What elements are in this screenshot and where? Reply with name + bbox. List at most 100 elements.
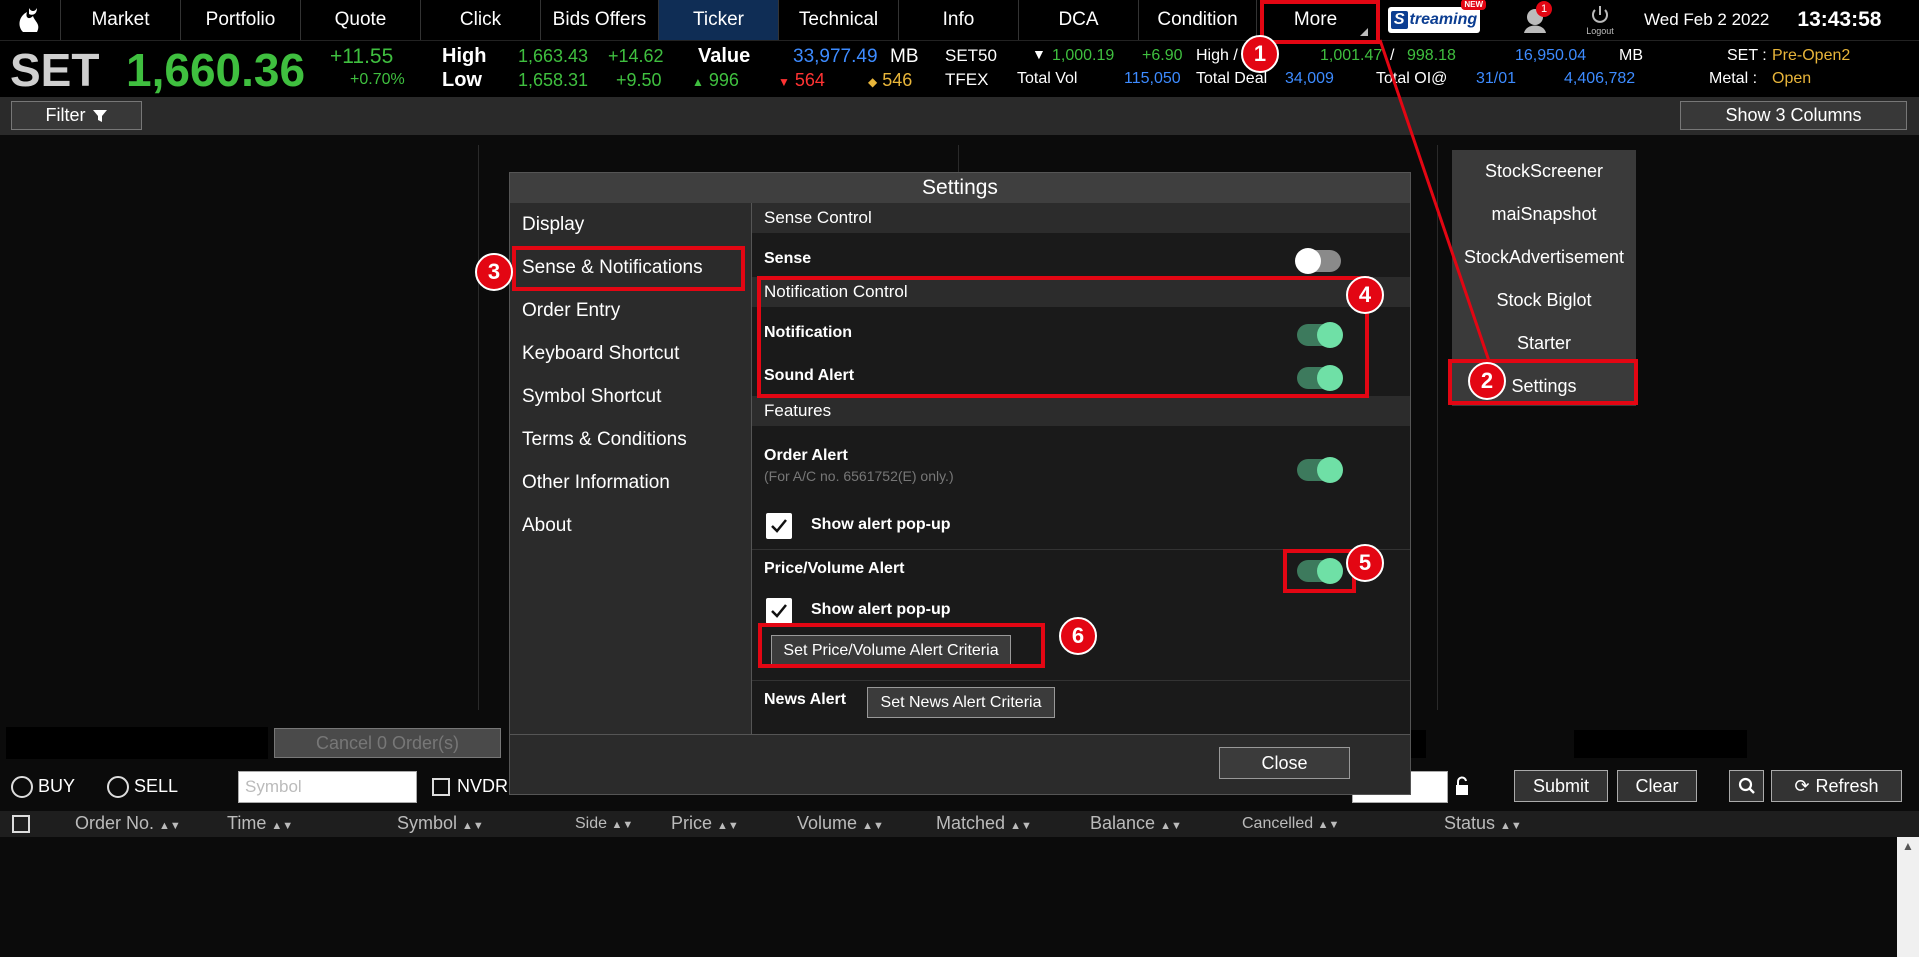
tab-condition[interactable]: Condition	[1138, 0, 1256, 40]
app-logo-icon[interactable]	[0, 0, 60, 40]
set-status: Pre-Open2	[1772, 47, 1851, 64]
show-columns-button[interactable]: Show 3 Columns	[1680, 101, 1907, 130]
col-time[interactable]: Time ▲▼	[227, 813, 293, 834]
nvdr-label: NVDR	[457, 776, 509, 796]
scroll-up-icon[interactable]: ▲	[1897, 839, 1919, 853]
panel-divider	[1437, 145, 1438, 710]
set-status-label: SET :	[1727, 47, 1767, 64]
order-alert-toggle[interactable]	[1297, 457, 1343, 483]
value-amount: 33,977.49	[793, 46, 878, 67]
metal-label: Metal :	[1709, 70, 1758, 87]
checkmark-icon	[771, 519, 787, 533]
annotation-box-notification-control	[757, 276, 1369, 398]
col-cancelled[interactable]: Cancelled ▲▼	[1242, 815, 1339, 833]
sort-icon: ▲▼	[1010, 820, 1032, 832]
order-table-scrollbar[interactable]: ▲	[1897, 837, 1919, 957]
col-price[interactable]: Price ▲▼	[671, 813, 739, 834]
sort-icon: ▲▼	[271, 820, 294, 832]
sort-icon: ▲▼	[1500, 820, 1522, 832]
high-change: +14.62	[608, 46, 664, 66]
sense-control-header: Sense Control	[752, 203, 1410, 233]
settings-nav-display[interactable]: Display	[510, 203, 751, 246]
notification-bell[interactable]: 1	[1520, 1, 1552, 35]
sell-radio[interactable]	[107, 776, 129, 798]
settings-nav-symbol-shortcut[interactable]: Symbol Shortcut	[510, 375, 751, 418]
tab-dca[interactable]: DCA	[1018, 0, 1138, 40]
col-symbol[interactable]: Symbol ▲▼	[397, 813, 484, 834]
index-bar: SET 1,660.36 +11.55 +0.70% High Low 1,66…	[0, 40, 1919, 97]
total-vol-label: Total Vol	[1017, 70, 1078, 87]
logout-button[interactable]: Logout	[1580, 0, 1620, 40]
col-volume[interactable]: Volume ▲▼	[797, 813, 884, 834]
sense-toggle[interactable]	[1295, 248, 1341, 274]
set50-label: SET50	[945, 46, 997, 65]
unchanged-count: 546	[882, 70, 913, 90]
col-status[interactable]: Status ▲▼	[1444, 813, 1522, 834]
set50-volume: 16,950.04	[1515, 47, 1587, 64]
annotation-box-pv-criteria	[758, 623, 1045, 668]
clear-button[interactable]: Clear	[1617, 770, 1697, 802]
tfex-label: TFEX	[945, 70, 989, 89]
cancel-orders-button[interactable]: Cancel 0 Order(s)	[274, 728, 501, 758]
buy-radio[interactable]	[11, 776, 33, 798]
annotation-badge-5: 5	[1346, 544, 1384, 582]
settings-nav-keyboard-shortcut[interactable]: Keyboard Shortcut	[510, 332, 751, 375]
streaming-label: treaming	[1409, 11, 1478, 28]
menu-item-stockadvertisement[interactable]: StockAdvertisement	[1452, 236, 1636, 279]
col-balance[interactable]: Balance ▲▼	[1090, 813, 1182, 834]
sell-label: SELL	[134, 776, 179, 796]
nvdr-checkbox[interactable]	[432, 778, 450, 796]
tab-ticker[interactable]: Ticker	[658, 0, 778, 40]
unchanged-icon: ◆	[868, 75, 878, 89]
col-order-no[interactable]: Order No. ▲▼	[75, 813, 181, 834]
sort-icon: ▲▼	[717, 820, 739, 832]
low-label: Low	[442, 69, 482, 91]
tab-technical[interactable]: Technical	[778, 0, 898, 40]
pv-alert-popup-checkbox[interactable]	[766, 598, 792, 624]
menu-item-stock-biglot[interactable]: Stock Biglot	[1452, 279, 1636, 322]
power-icon	[1592, 6, 1608, 23]
tab-click[interactable]: Click	[420, 0, 540, 40]
menu-item-maisnapshot[interactable]: maiSnapshot	[1452, 193, 1636, 236]
streaming-s-icon: S	[1390, 11, 1408, 29]
current-time: 13:43:58	[1797, 8, 1882, 31]
search-button[interactable]	[1729, 770, 1764, 802]
tab-bids-offers[interactable]: Bids Offers	[540, 0, 658, 40]
tab-info[interactable]: Info	[898, 0, 1018, 40]
settings-nav-about[interactable]: About	[510, 504, 751, 547]
tab-quote[interactable]: Quote	[300, 0, 420, 40]
select-all-checkbox[interactable]	[12, 815, 30, 833]
total-deal-value: 34,009	[1285, 70, 1334, 87]
order-summary-block	[6, 727, 268, 759]
bottom-edge	[0, 957, 1919, 961]
close-button[interactable]: Close	[1219, 747, 1350, 779]
set-news-criteria-button[interactable]: Set News Alert Criteria	[867, 687, 1055, 718]
col-matched[interactable]: Matched ▲▼	[936, 813, 1032, 834]
streaming-logo[interactable]: S treaming NEW	[1388, 0, 1486, 33]
tab-market[interactable]: Market	[60, 0, 180, 40]
annotation-badge-3: 3	[475, 253, 513, 291]
col-side[interactable]: Side ▲▼	[575, 815, 633, 833]
metal-status: Open	[1772, 70, 1812, 87]
symbol-input[interactable]: Symbol	[238, 771, 417, 803]
low-value: 1,658.31	[518, 70, 589, 90]
settings-nav-order-entry[interactable]: Order Entry	[510, 289, 751, 332]
annotation-badge-6: 6	[1059, 617, 1097, 655]
order-alert-popup-checkbox[interactable]	[766, 513, 792, 539]
panel-divider	[478, 145, 479, 710]
submit-button[interactable]: Submit	[1514, 770, 1608, 802]
index-value: 1,660.36	[126, 44, 306, 96]
menu-item-stockscreener[interactable]: StockScreener	[1452, 150, 1636, 193]
news-alert-label: News Alert	[764, 691, 847, 708]
tab-portfolio[interactable]: Portfolio	[180, 0, 300, 40]
refresh-button[interactable]: ⟳ Refresh	[1771, 770, 1902, 802]
annotation-badge-1: 1	[1241, 35, 1279, 73]
unlock-icon[interactable]	[1453, 776, 1471, 798]
settings-nav-terms-conditions[interactable]: Terms & Conditions	[510, 418, 751, 461]
buy-label: BUY	[38, 776, 76, 796]
filter-button[interactable]: Filter	[11, 101, 142, 130]
annotation-badge-4: 4	[1346, 276, 1384, 314]
settings-nav-other-information[interactable]: Other Information	[510, 461, 751, 504]
sort-icon: ▲▼	[862, 820, 884, 832]
sort-icon: ▲▼	[159, 820, 181, 832]
